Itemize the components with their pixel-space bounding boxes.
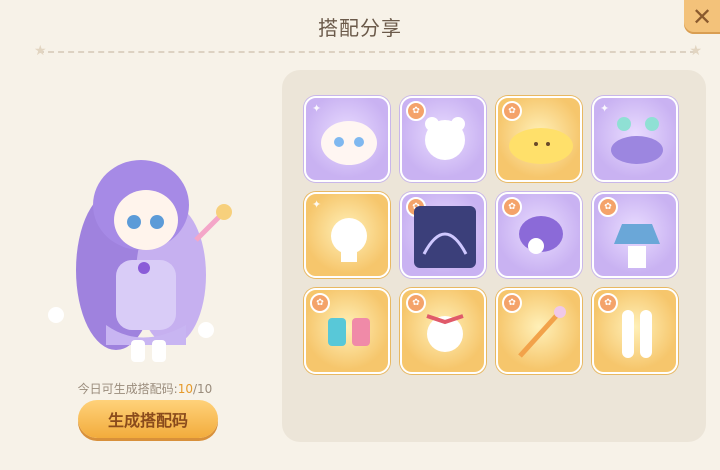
item-tile-lace-skirt[interactable]: ✿ xyxy=(592,192,678,278)
page-title: 搭配分享 xyxy=(318,16,402,40)
star-icon: ★ xyxy=(689,43,702,59)
item-tile-head-base[interactable]: ✦ xyxy=(304,192,390,278)
item-tile-bow-stockings[interactable]: ✿ xyxy=(592,288,678,374)
star-icon: ★ xyxy=(34,43,47,59)
item-tile-purple-hair[interactable]: ✿ xyxy=(496,192,582,278)
close-button[interactable]: ✕ xyxy=(684,0,720,34)
daily-quota-text: 今日可生成搭配码:10/10 xyxy=(77,382,213,396)
item-tile-magic-wand[interactable]: ✿ xyxy=(496,288,582,374)
title-divider xyxy=(38,51,696,53)
item-tile-night-garden-background[interactable]: ✿ xyxy=(400,192,486,278)
item-tile-yellow-pet-face[interactable]: ✿ xyxy=(496,96,582,182)
candy-shoes-icon xyxy=(328,318,370,346)
outfit-items-panel: ✦ ✿ ✿ ✦ ✦ ✿ ✿ ✿ ✿ ✿ ✿ ✿ xyxy=(282,70,706,442)
night-garden-background-icon xyxy=(414,206,476,268)
lace-skirt-icon xyxy=(614,224,660,268)
purple-hair-icon xyxy=(519,216,563,254)
close-icon: ✕ xyxy=(691,3,713,31)
item-tile-candy-shoes[interactable]: ✿ xyxy=(304,288,390,374)
head-base-icon xyxy=(331,218,367,262)
character-preview xyxy=(36,110,246,370)
item-tile-purple-outfit-set[interactable]: ✦ xyxy=(592,96,678,182)
purple-outfit-set-icon xyxy=(611,117,663,164)
magic-wand-icon xyxy=(518,306,566,358)
item-tile-hair-base[interactable]: ✿ xyxy=(400,96,486,182)
face-icon xyxy=(321,121,377,165)
generate-code-button[interactable]: 生成搭配码 xyxy=(78,400,218,438)
bow-stockings-icon xyxy=(622,310,652,358)
ribbon-headband-icon xyxy=(426,314,464,352)
item-tile-ribbon-headband[interactable]: ✿ xyxy=(400,288,486,374)
hair-base-icon xyxy=(425,117,465,160)
outfit-items-grid: ✦ ✿ ✿ ✦ ✦ ✿ ✿ ✿ ✿ ✿ ✿ ✿ xyxy=(304,96,678,374)
yellow-pet-face-icon xyxy=(509,128,573,164)
item-tile-face[interactable]: ✦ xyxy=(304,96,390,182)
